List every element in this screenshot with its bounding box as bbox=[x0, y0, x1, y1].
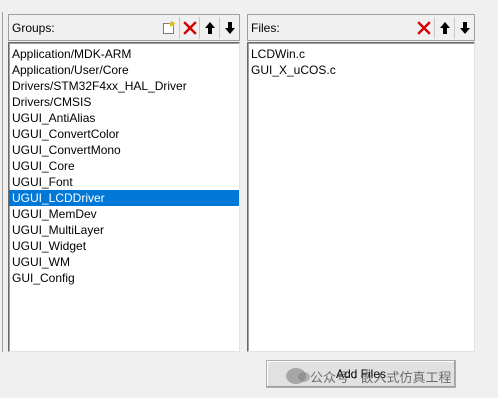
group-list-item[interactable]: UGUI_MemDev bbox=[9, 206, 239, 222]
groups-caption: Groups: bbox=[12, 20, 55, 35]
files-toolbar bbox=[414, 15, 474, 40]
delete-group-button[interactable] bbox=[179, 16, 199, 39]
move-file-up-button[interactable] bbox=[434, 16, 454, 39]
group-list-item[interactable]: UGUI_Widget bbox=[9, 238, 239, 254]
groups-toolbar bbox=[159, 15, 239, 40]
group-list-item[interactable]: UGUI_WM bbox=[9, 254, 239, 270]
new-group-icon bbox=[163, 20, 176, 34]
move-file-down-button[interactable] bbox=[454, 16, 474, 39]
group-list-item[interactable]: UGUI_AntiAlias bbox=[9, 110, 239, 126]
file-list-item[interactable]: GUI_X_uCOS.c bbox=[248, 62, 474, 78]
move-group-down-button[interactable] bbox=[219, 16, 239, 39]
file-list-item[interactable]: LCDWin.c bbox=[248, 46, 474, 62]
move-down-icon bbox=[459, 21, 470, 34]
delete-icon bbox=[417, 20, 431, 35]
group-list-item[interactable]: Application/MDK-ARM bbox=[9, 46, 239, 62]
left-pane-edge bbox=[0, 12, 3, 352]
new-group-button[interactable] bbox=[159, 17, 179, 39]
group-list-item[interactable]: UGUI_ConvertMono bbox=[9, 142, 239, 158]
group-list-item[interactable]: UGUI_LCDDriver bbox=[9, 190, 239, 206]
delete-file-button[interactable] bbox=[414, 17, 434, 39]
add-files-button[interactable]: Add Files bbox=[266, 360, 456, 388]
delete-icon bbox=[182, 20, 197, 35]
group-list-item[interactable]: UGUI_MultiLayer bbox=[9, 222, 239, 238]
group-list-item[interactable]: UGUI_Core bbox=[9, 158, 239, 174]
group-list-item[interactable]: UGUI_Font bbox=[9, 174, 239, 190]
group-list-item[interactable]: Drivers/STM32F4xx_HAL_Driver bbox=[9, 78, 239, 94]
files-list[interactable]: LCDWin.c GUI_X_uCOS.c bbox=[247, 42, 475, 352]
move-up-icon bbox=[439, 21, 450, 34]
move-group-up-button[interactable] bbox=[199, 16, 219, 39]
files-header: Files: bbox=[247, 14, 475, 41]
group-list-item[interactable]: UGUI_ConvertColor bbox=[9, 126, 239, 142]
move-down-icon bbox=[224, 21, 235, 34]
move-up-icon bbox=[204, 21, 215, 34]
groups-list[interactable]: Application/MDK-ARM Application/User/Core… bbox=[8, 42, 240, 352]
group-list-item[interactable]: Application/User/Core bbox=[9, 62, 239, 78]
groups-header: Groups: bbox=[8, 14, 240, 41]
files-caption: Files: bbox=[251, 20, 280, 35]
group-list-item[interactable]: Drivers/CMSIS bbox=[9, 94, 239, 110]
group-list-item[interactable]: GUI_Config bbox=[9, 270, 239, 286]
